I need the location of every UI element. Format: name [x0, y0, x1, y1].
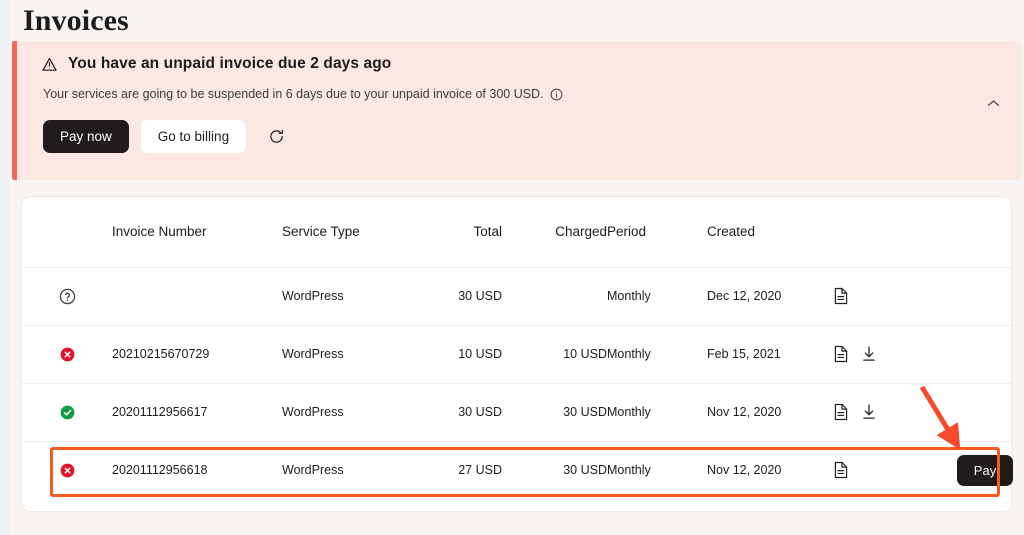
alert-header: You have an unpaid invoice due 2 days ag…	[17, 41, 1021, 73]
cell-charged	[502, 267, 607, 325]
alert-title: You have an unpaid invoice due 2 days ag…	[68, 55, 391, 73]
refresh-icon	[268, 128, 285, 145]
status-badge	[22, 463, 112, 478]
alert-message: Your services are going to be suspended …	[43, 87, 544, 101]
cell-created: Dec 12, 2020	[707, 267, 832, 325]
column-header-status	[22, 197, 112, 267]
pay-now-button[interactable]: Pay now	[43, 120, 129, 153]
document-icon	[833, 287, 849, 305]
download-icon	[861, 345, 877, 363]
cell-documents	[832, 441, 922, 499]
error-circle-icon	[60, 347, 75, 362]
column-header-charged: Charged	[502, 197, 607, 267]
document-actions	[832, 287, 922, 306]
alert-message-row: Your services are going to be suspended …	[17, 73, 1021, 101]
cell-status	[22, 383, 112, 441]
cell-period: Monthly	[607, 325, 707, 383]
cell-action	[922, 267, 1013, 325]
status-badge	[22, 347, 112, 362]
document-button[interactable]	[832, 403, 849, 422]
download-button[interactable]	[860, 403, 877, 422]
download-icon	[861, 403, 877, 421]
document-button[interactable]	[832, 461, 849, 480]
cell-total: 30 USD	[402, 267, 502, 325]
question-circle-icon	[59, 288, 76, 305]
document-icon	[833, 461, 849, 479]
success-circle-icon	[60, 405, 75, 420]
cell-service-type: WordPress	[282, 441, 402, 499]
invoices-table: Invoice Number Service Type Total Charge…	[22, 197, 1013, 499]
cell-invoice-number: 20201112956618	[112, 441, 282, 499]
chevron-up-icon	[987, 99, 1000, 108]
cell-created: Feb 15, 2021	[707, 325, 832, 383]
column-header-period: Period	[607, 197, 707, 267]
alert-actions: Pay now Go to billing	[17, 101, 1021, 153]
page-title: Invoices	[9, 0, 1024, 39]
error-circle-icon	[60, 463, 75, 478]
cell-period: Monthly	[607, 267, 707, 325]
document-button[interactable]	[832, 287, 849, 306]
download-button[interactable]	[860, 345, 877, 364]
cell-status	[22, 325, 112, 383]
column-header-total: Total	[402, 197, 502, 267]
table-header: Invoice Number Service Type Total Charge…	[22, 197, 1013, 267]
cell-charged: 10 USD	[502, 325, 607, 383]
collapse-alert-button[interactable]	[982, 92, 1004, 114]
cell-period: Monthly	[607, 383, 707, 441]
cell-documents	[832, 267, 922, 325]
cell-action	[922, 325, 1013, 383]
cell-created: Nov 12, 2020	[707, 383, 832, 441]
column-header-action	[922, 197, 1013, 267]
cell-invoice-number: 20201112956617	[112, 383, 282, 441]
document-button[interactable]	[832, 345, 849, 364]
table-row[interactable]: 20210215670729WordPress10 USD10 USDMonth…	[22, 325, 1013, 383]
table-row[interactable]: 20201112956618WordPress27 USD30 USDMonth…	[22, 441, 1013, 499]
status-badge	[22, 288, 112, 305]
refresh-button[interactable]	[263, 124, 289, 150]
unpaid-invoice-alert: You have an unpaid invoice due 2 days ag…	[12, 41, 1021, 180]
cell-total: 10 USD	[402, 325, 502, 383]
table-row[interactable]: WordPress30 USD MonthlyDec 12, 2020	[22, 267, 1013, 325]
invoices-table-card: Invoice Number Service Type Total Charge…	[21, 196, 1012, 512]
cell-status	[22, 441, 112, 499]
cell-charged: 30 USD	[502, 383, 607, 441]
cell-action: Pay	[922, 441, 1013, 499]
cell-charged: 30 USD	[502, 441, 607, 499]
column-header-invoice-number: Invoice Number	[112, 197, 282, 267]
document-icon	[833, 403, 849, 421]
cell-created: Nov 12, 2020	[707, 441, 832, 499]
document-actions	[832, 403, 922, 422]
cell-documents	[832, 325, 922, 383]
column-header-service-type: Service Type	[282, 197, 402, 267]
cell-status	[22, 267, 112, 325]
cell-period: Monthly	[607, 441, 707, 499]
column-header-documents	[832, 197, 922, 267]
go-to-billing-button[interactable]: Go to billing	[141, 120, 246, 153]
cell-total: 30 USD	[402, 383, 502, 441]
document-actions	[832, 345, 922, 364]
column-header-created: Created	[707, 197, 832, 267]
table-header-row: Invoice Number Service Type Total Charge…	[22, 197, 1013, 267]
cell-documents	[832, 383, 922, 441]
cell-total: 27 USD	[402, 441, 502, 499]
status-badge	[22, 405, 112, 420]
warning-triangle-icon	[41, 56, 58, 73]
table-row[interactable]: 20201112956617WordPress30 USD30 USDMonth…	[22, 383, 1013, 441]
pay-button[interactable]: Pay	[957, 455, 1013, 486]
info-circle-icon[interactable]	[550, 88, 563, 101]
invoices-page: Invoices You have an unpaid invoice due …	[9, 0, 1024, 535]
document-actions	[832, 461, 922, 480]
cell-invoice-number	[112, 267, 282, 325]
table-body: WordPress30 USDMonthlyDec 12, 2020202102…	[22, 267, 1013, 499]
left-edge-strip	[0, 0, 9, 535]
cell-service-type: WordPress	[282, 325, 402, 383]
document-icon	[833, 345, 849, 363]
cell-service-type: WordPress	[282, 267, 402, 325]
cell-service-type: WordPress	[282, 383, 402, 441]
cell-action	[922, 383, 1013, 441]
cell-invoice-number: 20210215670729	[112, 325, 282, 383]
